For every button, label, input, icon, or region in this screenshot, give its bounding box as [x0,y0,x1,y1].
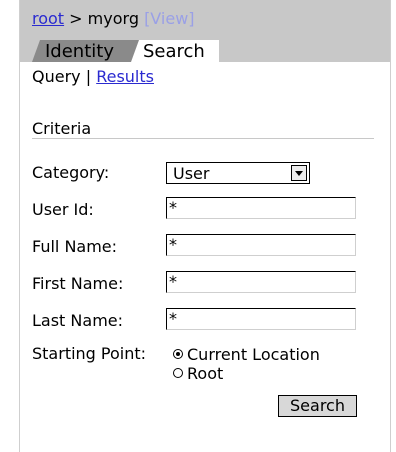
criteria-heading: Criteria [32,119,92,138]
tab-search-label: Search [143,41,205,62]
category-label: Category: [32,163,110,182]
radio-selected-icon[interactable] [173,349,183,359]
radio-root-label: Root [187,364,224,383]
radio-current-location[interactable]: Current Location [173,345,320,364]
radio-current-location-label: Current Location [187,345,320,364]
window-frame: root > myorg [View] Identity Search Quer… [19,0,391,452]
tab-identity[interactable]: Identity [32,40,139,62]
full-name-input[interactable]: * [166,234,356,256]
tab-identity-label: Identity [45,41,114,62]
search-button[interactable]: Search [278,395,357,417]
breadcrumb-current: myorg [87,9,139,28]
first-name-input[interactable]: * [166,271,356,293]
user-id-input[interactable]: * [166,197,356,219]
starting-point-label: Starting Point: [32,344,147,363]
radio-root[interactable]: Root [173,364,223,383]
full-name-label: Full Name: [32,237,118,256]
radio-unselected-icon[interactable] [173,368,183,378]
chevron-down-icon[interactable] [291,165,307,181]
breadcrumb-root-link[interactable]: root [32,9,64,28]
header-bar: root > myorg [View] Identity Search [20,0,390,62]
view-link[interactable]: [View] [144,9,194,28]
category-select[interactable]: User [166,162,310,184]
breadcrumb: root > myorg [View] [32,9,195,28]
last-name-label: Last Name: [32,311,124,330]
subnav-results-link[interactable]: Results [96,67,154,86]
subnav-divider: | [85,67,92,86]
last-name-input[interactable]: * [166,308,356,330]
first-name-label: First Name: [32,274,124,293]
subnav: Query | Results [32,67,154,86]
category-selected-value: User [173,164,210,183]
breadcrumb-separator: > [69,9,83,28]
tab-search[interactable]: Search [131,40,219,62]
subnav-query: Query [32,67,81,86]
criteria-divider [32,138,374,139]
user-id-label: User Id: [32,200,94,219]
